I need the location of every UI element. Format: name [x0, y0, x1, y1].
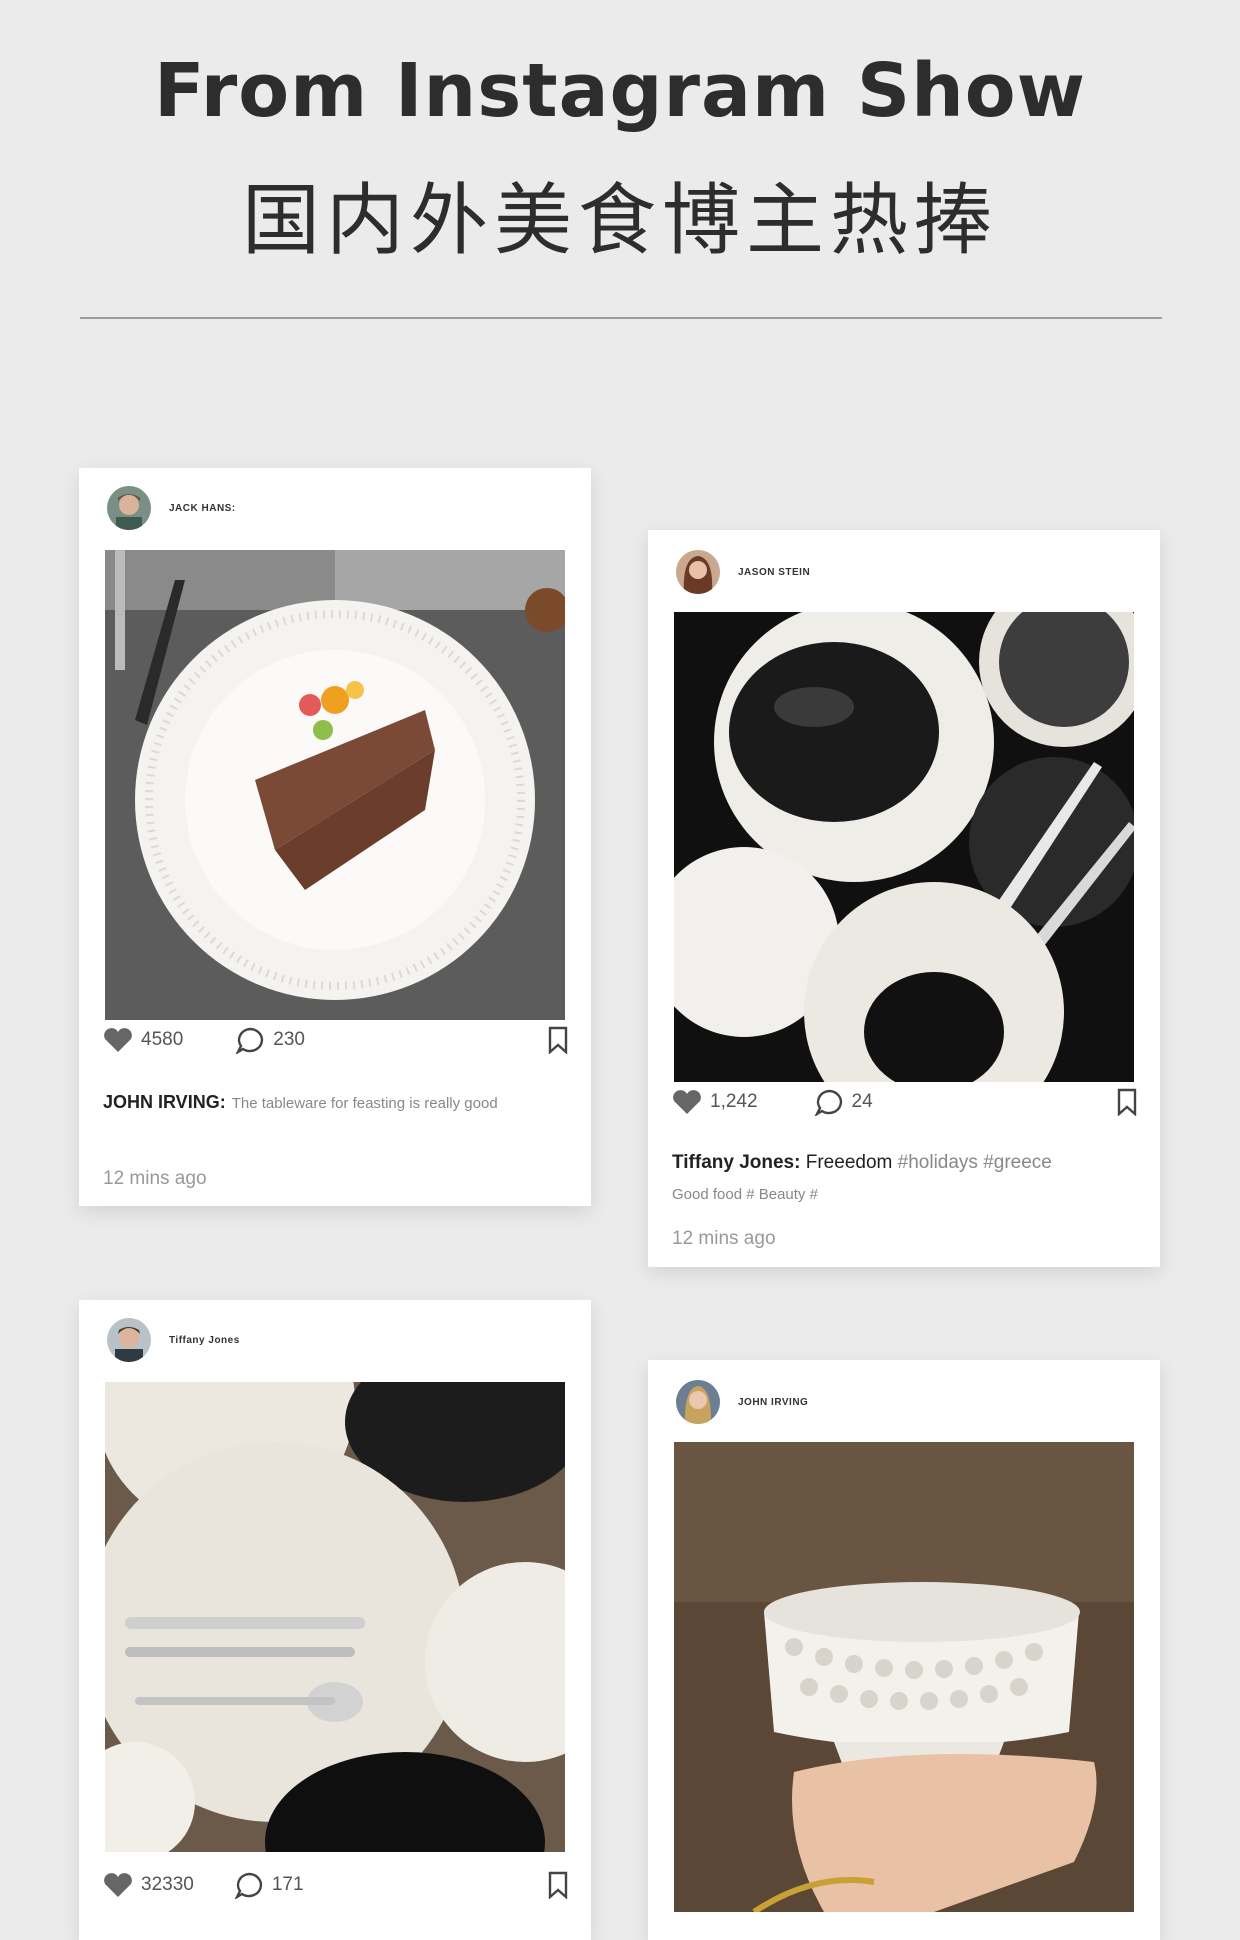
post-caption: JOHN IRVING: The tableware for feasting i… — [103, 1092, 571, 1113]
post-header: Tiffany Jones — [107, 1318, 240, 1362]
caption-text: Freeedom — [805, 1152, 893, 1173]
comment-button[interactable]: 230 — [235, 1026, 305, 1054]
page-title: From Instagram Show — [153, 48, 1087, 134]
comment-button[interactable]: 24 — [814, 1088, 873, 1116]
post-actions: 32330 171 — [103, 1868, 569, 1902]
like-button[interactable]: 32330 — [103, 1872, 194, 1898]
comment-bubble-icon — [235, 1027, 264, 1054]
post-photo[interactable] — [674, 612, 1134, 1082]
comment-count: 171 — [271, 1874, 304, 1895]
like-button[interactable]: 4580 — [103, 1027, 183, 1053]
caption-author[interactable]: Tiffany Jones: — [672, 1152, 800, 1173]
comment-bubble-icon — [814, 1089, 842, 1116]
post-caption: Tiffany Jones: Freeedom #holidays #greec… — [672, 1152, 1140, 1174]
bookmark-icon[interactable] — [547, 1871, 569, 1899]
heart-icon — [673, 1090, 701, 1114]
avatar[interactable] — [676, 550, 720, 594]
avatar[interactable] — [107, 1318, 151, 1362]
comment-button[interactable]: 171 — [234, 1871, 304, 1899]
post-timestamp: 12 mins ago — [672, 1228, 776, 1249]
divider — [80, 317, 1162, 319]
like-count: 4580 — [141, 1029, 184, 1050]
post-header: JACK HANS: — [107, 486, 236, 530]
comment-bubble-icon — [234, 1872, 262, 1899]
post-card[interactable]: JOHN IRVING — [648, 1360, 1160, 1940]
post-actions: 4580 230 — [103, 1023, 569, 1057]
post-card[interactable]: Tiffany Jones 32330 171 — [79, 1300, 591, 1940]
like-count: 1,242 — [710, 1091, 758, 1112]
like-button[interactable]: 1,242 — [672, 1089, 758, 1115]
caption-hashtags[interactable]: #holidays #greece — [898, 1152, 1052, 1173]
caption-author[interactable]: JOHN IRVING: — [103, 1092, 226, 1112]
like-count: 32330 — [141, 1874, 194, 1895]
post-card[interactable]: JASON STEIN 1,242 24 Tiffany Jones: Free… — [648, 530, 1160, 1267]
post-card[interactable]: JACK HANS: 4580 230 JOHN IRVING: The tab… — [79, 468, 591, 1206]
post-username[interactable]: Tiffany Jones — [169, 1335, 240, 1346]
avatar[interactable] — [676, 1380, 720, 1424]
caption-text: The tableware for feasting is really goo… — [231, 1095, 498, 1112]
post-header: JOHN IRVING — [676, 1380, 808, 1424]
post-username[interactable]: JACK HANS: — [169, 503, 236, 514]
post-header: JASON STEIN — [676, 550, 810, 594]
bookmark-icon[interactable] — [547, 1026, 569, 1054]
post-username[interactable]: JOHN IRVING — [738, 1397, 808, 1408]
post-photo[interactable] — [674, 1442, 1134, 1912]
comment-count: 24 — [851, 1091, 873, 1112]
page-subtitle: 国内外美食博主热捧 — [241, 176, 998, 266]
bookmark-icon[interactable] — [1116, 1088, 1138, 1116]
post-username[interactable]: JASON STEIN — [738, 567, 810, 578]
comment-count: 230 — [273, 1029, 305, 1050]
post-photo[interactable] — [105, 1382, 565, 1852]
heart-icon — [104, 1873, 132, 1897]
heart-icon — [104, 1028, 132, 1052]
avatar[interactable] — [107, 486, 151, 530]
post-photo[interactable] — [105, 550, 565, 1020]
caption-subtext: Good food # Beauty # — [672, 1186, 818, 1203]
post-timestamp: 12 mins ago — [103, 1168, 207, 1189]
post-actions: 1,242 24 — [672, 1085, 1138, 1119]
